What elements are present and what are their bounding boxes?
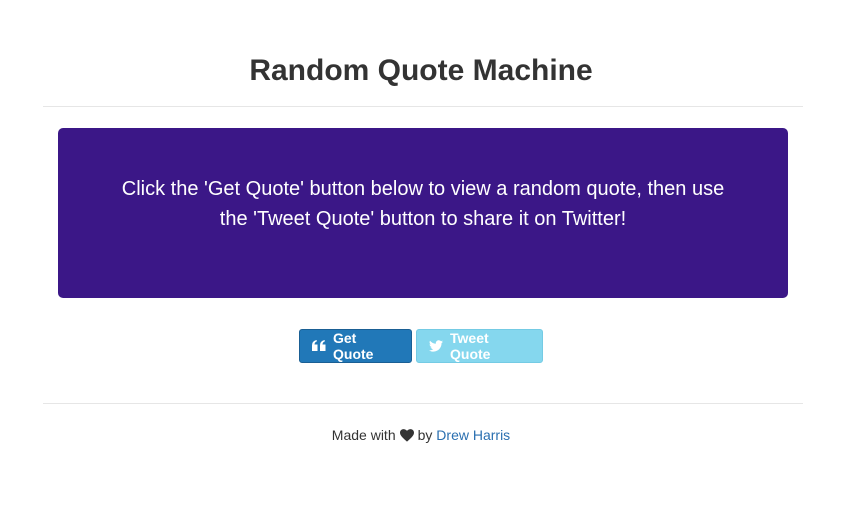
button-row: Get Quote Tweet Quote	[0, 329, 842, 363]
heart-icon	[399, 427, 414, 447]
page-title: Random Quote Machine	[249, 54, 593, 87]
page: Random Quote Machine Click the 'Get Quot…	[0, 0, 842, 505]
footer-by: by	[417, 427, 433, 443]
tweet-quote-button[interactable]: Tweet Quote	[416, 329, 543, 363]
header-divider	[43, 106, 803, 107]
tweet-quote-label: Tweet Quote	[450, 330, 491, 362]
get-quote-label: Get Quote	[333, 330, 374, 362]
footer-divider	[43, 403, 803, 404]
twitter-icon	[429, 340, 443, 352]
quote-text: Click the 'Get Quote' button below to vi…	[121, 178, 725, 230]
quote-left-icon	[312, 340, 326, 352]
get-quote-button[interactable]: Get Quote	[299, 329, 412, 363]
footer-made-with: Made with	[331, 427, 396, 443]
author-link[interactable]: Drew Harris	[436, 427, 510, 443]
footer: Made with by Drew Harris	[0, 425, 842, 447]
quote-box: Click the 'Get Quote' button below to vi…	[58, 128, 788, 298]
